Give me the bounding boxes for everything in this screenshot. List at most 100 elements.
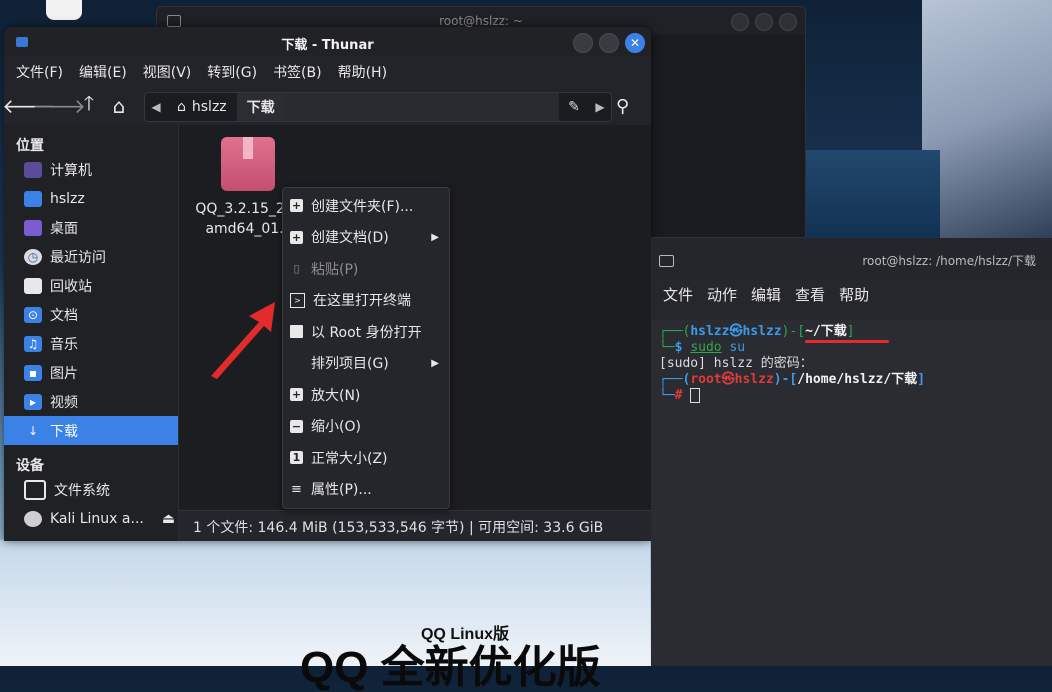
- menu-help[interactable]: 帮助: [839, 284, 869, 305]
- places-heading: 位置: [16, 138, 44, 154]
- terminal-window[interactable]: root@hslzz: /home/hslzz/下载 文件 动作 编辑 查看 帮…: [651, 238, 1052, 666]
- menu-bar: 文件 动作 编辑 查看 帮助: [651, 280, 1052, 308]
- sidebar-item-label: 回收站: [50, 278, 92, 295]
- menu-item-open-terminal[interactable]: > 在这里打开终端: [283, 285, 449, 317]
- sidebar-item-pictures[interactable]: ▪ 图片: [4, 358, 178, 387]
- context-menu: + 创建文件夹(F)... + 创建文档(D) ▶ ▯ 粘贴(P) > 在这里打开终端 以…: [282, 187, 450, 509]
- sidebar-item-trash[interactable]: 回收站: [4, 271, 178, 300]
- documents-folder-icon: ⊙: [24, 306, 42, 323]
- command-arg: su: [729, 340, 746, 355]
- minimize-button[interactable]: [573, 33, 593, 53]
- menu-item-label: 创建文档(D): [311, 230, 389, 247]
- terminal-line: └─#: [659, 388, 1052, 404]
- menu-item-zoom-in[interactable]: + 放大(N): [283, 379, 449, 411]
- menu-item-label: 属性(P)...: [311, 482, 372, 499]
- disc-icon: [24, 510, 42, 527]
- home-icon[interactable]: ⌂: [104, 91, 134, 121]
- path-empty-area[interactable]: [284, 93, 559, 121]
- zoom-normal-icon: 1: [290, 451, 303, 465]
- title-bar[interactable]: root@hslzz: /home/hslzz/下载: [651, 238, 1052, 280]
- sidebar-item-kali-disc[interactable]: Kali Linux a... ⏏: [4, 504, 178, 533]
- maximize-button[interactable]: [755, 13, 773, 31]
- title-bar[interactable]: 下载 - Thunar ✕: [4, 27, 651, 57]
- sidebar-item-computer[interactable]: 计算机: [4, 155, 178, 184]
- window-title: 下载 - Thunar: [281, 38, 374, 53]
- minimize-button[interactable]: [731, 13, 749, 31]
- sidebar-item-desktop[interactable]: 桌面: [4, 213, 178, 242]
- search-icon[interactable]: ⚲: [616, 96, 629, 117]
- sidebar: 位置 计算机 hslzz 桌面 ◷ 最近访问 回收站 ⊙ 文档 ♫ 音乐 ▪ 图片 ▸ 视…: [4, 125, 179, 541]
- menu-item-label: 创建文件夹(F)...: [311, 198, 414, 215]
- prompt-host: hslzz: [734, 372, 774, 387]
- menu-view[interactable]: 视图(V): [143, 62, 192, 82]
- menu-item-normal-size[interactable]: 1 正常大小(Z): [283, 442, 449, 474]
- clipboard-icon: ▯: [293, 262, 300, 276]
- menu-view[interactable]: 查看: [795, 284, 825, 305]
- menu-help[interactable]: 帮助(H): [338, 62, 387, 82]
- menu-bookmarks[interactable]: 书签(B): [273, 62, 322, 82]
- menu-item-label: 在这里打开终端: [313, 293, 411, 310]
- sidebar-item-label: 计算机: [50, 162, 92, 179]
- plus-icon: +: [290, 199, 303, 213]
- sidebar-item-label: 音乐: [50, 336, 78, 353]
- sidebar-item-label: 文件系统: [54, 482, 110, 499]
- recent-icon: ◷: [24, 248, 42, 265]
- menu-item-create-folder[interactable]: + 创建文件夹(F)...: [283, 190, 449, 222]
- eject-icon[interactable]: ⏏: [162, 511, 175, 527]
- path-right-arrow-icon[interactable]: ▶: [589, 100, 611, 114]
- toolbar: 🡐 🡒 🡑 ⌂ ◀ ⌂ hslzz 下载 ✎ ▶ ⚲: [4, 87, 651, 125]
- menu-item-arrange-items[interactable]: 排列项目(G) ▶: [283, 348, 449, 380]
- forward-arrow-icon[interactable]: 🡒: [32, 91, 86, 121]
- filesystem-icon: [24, 479, 46, 500]
- terminal-icon: [659, 255, 674, 267]
- sidebar-item-music[interactable]: ♫ 音乐: [4, 329, 178, 358]
- breadcrumb-current[interactable]: 下载: [236, 93, 285, 121]
- sidebar-item-label: 文档: [50, 307, 78, 324]
- annotation-underline: [805, 340, 889, 343]
- menu-go[interactable]: 转到(G): [207, 62, 257, 82]
- window-title: root@hslzz: ~: [439, 14, 523, 28]
- menu-actions[interactable]: 动作: [707, 284, 737, 305]
- edit-path-pencil-icon[interactable]: ✎: [559, 99, 589, 115]
- music-folder-icon: ♫: [24, 335, 42, 352]
- pictures-folder-icon: ▪: [24, 364, 42, 381]
- terminal-output[interactable]: ┌──(hslzz㉿hslzz)-[~/下载] └─$ sudo su [sud…: [651, 320, 1052, 666]
- terminal-line: ┌──(hslzz㉿hslzz)-[~/下载]: [659, 324, 855, 339]
- downloads-folder-icon: ↓: [24, 422, 42, 439]
- menu-file[interactable]: 文件(F): [16, 62, 63, 82]
- sidebar-item-label: 图片: [50, 365, 78, 382]
- desktop-icon: [24, 219, 42, 236]
- menu-item-create-document[interactable]: + 创建文档(D) ▶: [283, 222, 449, 254]
- up-arrow-icon[interactable]: 🡑: [74, 91, 104, 121]
- menu-edit[interactable]: 编辑: [751, 284, 781, 305]
- wallpaper-sea: [800, 150, 940, 240]
- menu-item-properties[interactable]: ≡ 属性(P)...: [283, 474, 449, 506]
- plus-icon: +: [290, 230, 303, 244]
- breadcrumb-home[interactable]: ⌂ hslzz: [167, 93, 237, 121]
- annotation-arrow: [211, 302, 275, 379]
- menu-file[interactable]: 文件: [663, 284, 693, 305]
- sidebar-item-label: 桌面: [50, 220, 78, 237]
- desktop-file-icon[interactable]: [46, 0, 82, 20]
- prompt-user: hslzz: [690, 324, 730, 339]
- close-button[interactable]: [779, 13, 797, 31]
- breadcrumb-home-label: hslzz: [191, 99, 227, 115]
- sidebar-item-filesystem[interactable]: 文件系统: [4, 475, 178, 504]
- path-left-arrow-icon[interactable]: ◀: [145, 100, 167, 114]
- sidebar-item-recent[interactable]: ◷ 最近访问: [4, 242, 178, 271]
- close-button[interactable]: ✕: [625, 33, 645, 53]
- sidebar-item-documents[interactable]: ⊙ 文档: [4, 300, 178, 329]
- menu-edit[interactable]: 编辑(E): [79, 62, 127, 82]
- menu-item-label: 放大(N): [311, 387, 361, 404]
- sidebar-item-downloads[interactable]: ↓ 下载: [4, 416, 178, 445]
- sidebar-item-videos[interactable]: ▸ 视频: [4, 387, 178, 416]
- status-bar: 1 个文件: 146.4 MiB (153,533,546 字节) | 可用空间…: [179, 510, 651, 541]
- menu-item-paste[interactable]: ▯ 粘贴(P): [283, 253, 449, 285]
- menu-item-open-as-root[interactable]: 以 Root 身份打开: [283, 316, 449, 348]
- maximize-button[interactable]: [599, 33, 619, 53]
- sidebar-item-home[interactable]: hslzz: [4, 184, 178, 213]
- menu-item-zoom-out[interactable]: − 缩小(O): [283, 411, 449, 443]
- command: sudo: [690, 340, 722, 355]
- computer-icon: [24, 161, 42, 178]
- sidebar-item-label: hslzz: [50, 190, 85, 207]
